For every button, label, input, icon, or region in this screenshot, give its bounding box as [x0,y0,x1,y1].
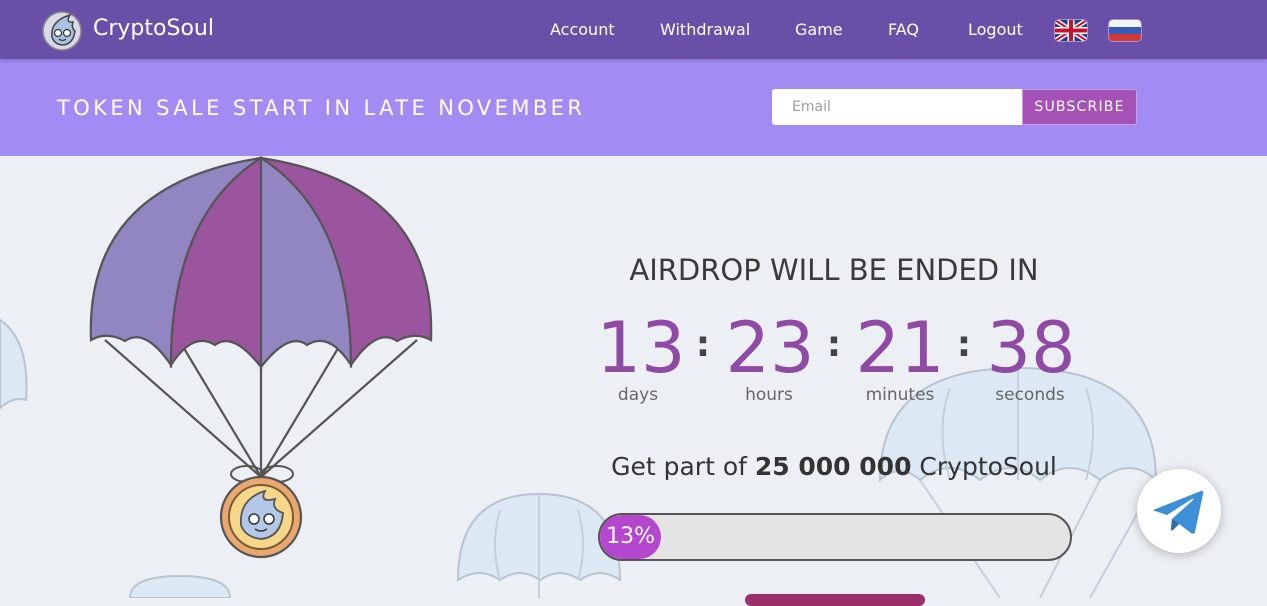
telegram-button[interactable] [1137,469,1221,553]
countdown-hours-value: 23 [725,307,815,389]
email-input[interactable] [772,89,1022,125]
airdrop-progress-bar: 13% [598,513,1072,561]
nav-game[interactable]: Game [795,20,843,40]
countdown-minutes-value: 21 [855,307,945,389]
token-pool-suffix: CryptoSoul [919,452,1057,481]
subscribe-button[interactable]: SUBSCRIBE [1022,89,1137,125]
nav-logout[interactable]: Logout [968,20,1023,40]
countdown-seconds-value: 38 [986,307,1076,389]
countdown-minutes-label: minutes [865,385,935,405]
progress-percent-label: 13% [606,524,655,549]
countdown-hours-label: hours [745,385,793,405]
brand-name[interactable]: CryptoSoul [93,15,214,43]
token-pool-amount: 25 000 000 [754,452,912,481]
token-pool-prefix: Get part of [611,452,747,481]
english-flag-icon[interactable] [1055,20,1087,41]
parachute-illustration [89,155,433,559]
airdrop-heading: AIRDROP WILL BE ENDED IN [629,253,1039,287]
token-sale-heading: TOKEN SALE START IN LATE NOVEMBER [57,96,586,120]
progress-fill: 13% [600,515,662,559]
russian-flag-icon[interactable] [1109,20,1141,41]
countdown-days-label: days [617,385,659,405]
nav-faq[interactable]: FAQ [888,20,919,40]
top-navbar: CryptoSoul Account Withdrawal Game FAQ L… [0,0,1267,59]
countdown-seconds-label: seconds [995,385,1065,405]
countdown-days-value: 13 [596,307,686,389]
claim-button[interactable] [745,594,925,606]
cryptosoul-logo-icon[interactable] [40,9,84,51]
telegram-icon [1152,490,1204,534]
nav-account[interactable]: Account [550,20,615,40]
token-pool-text: Get part of 25 000 000 CryptoSoul [584,452,1084,482]
nav-withdrawal[interactable]: Withdrawal [660,20,750,40]
